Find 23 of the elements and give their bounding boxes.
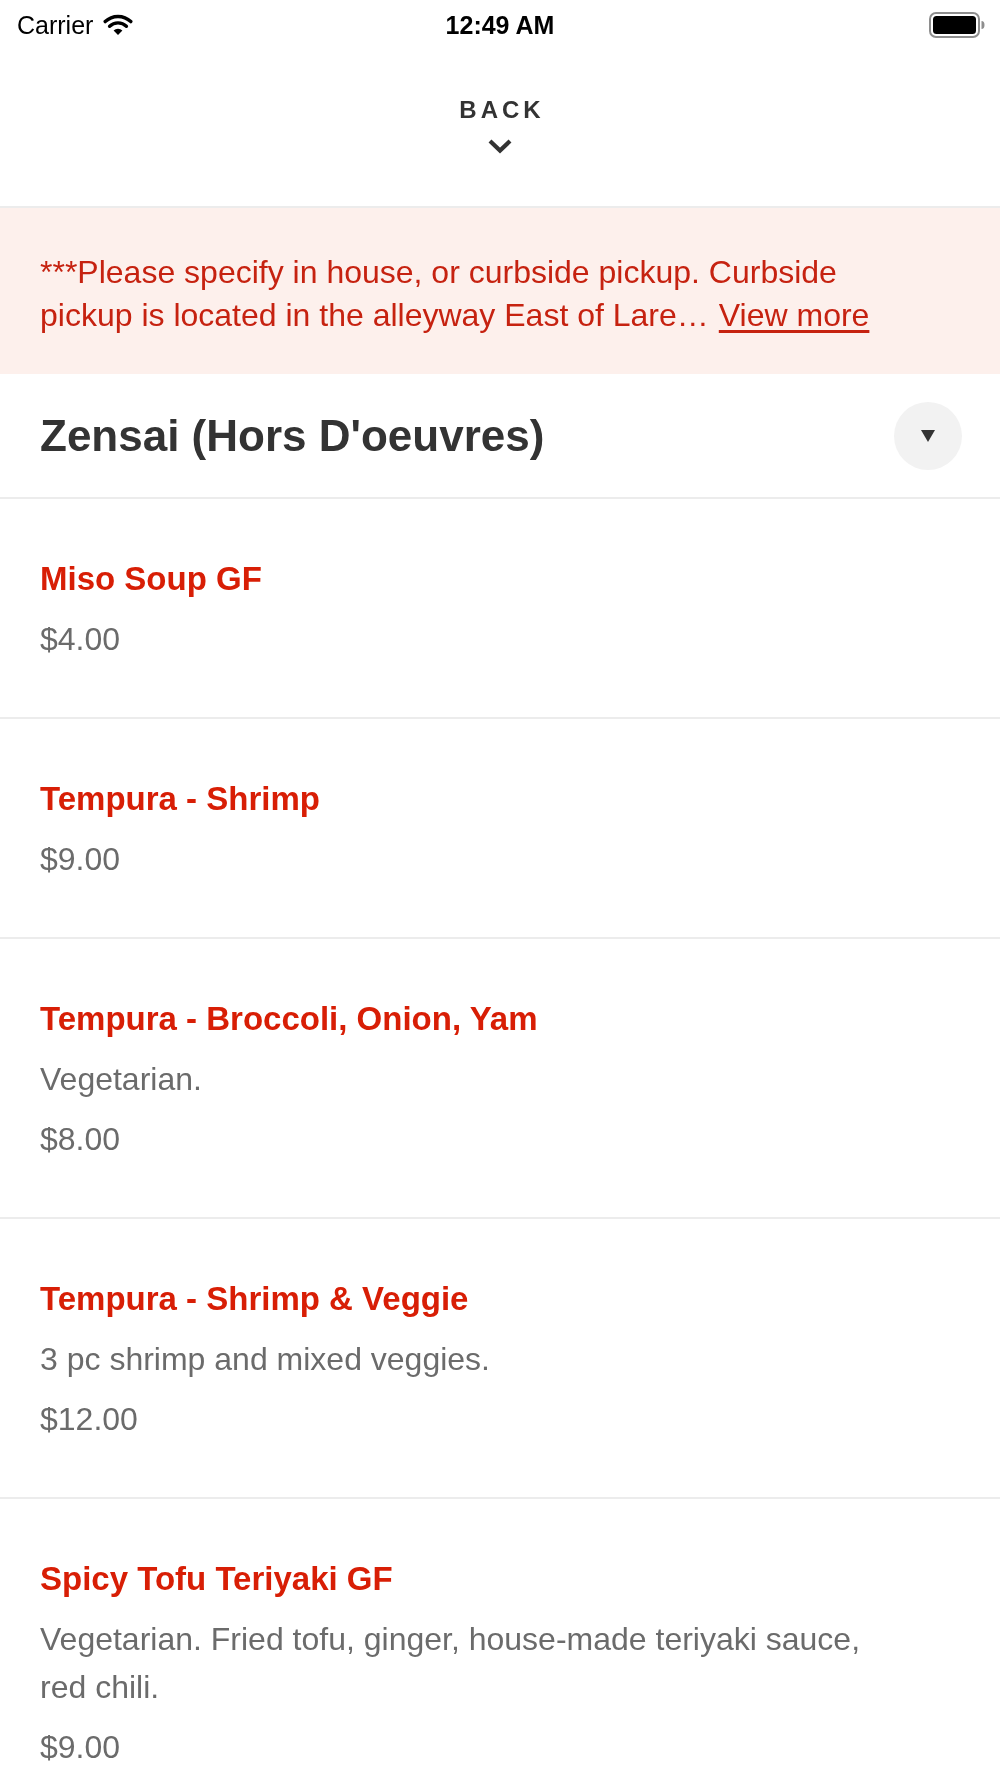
item-name[interactable]: Tempura - Shrimp & Veggie [40, 1279, 960, 1319]
wifi-icon [103, 14, 134, 36]
carrier-name: Carrier [17, 10, 94, 40]
clock-time: 12:49 AM [445, 10, 555, 40]
chevron-down-icon [487, 138, 513, 154]
item-price: $12.00 [40, 1400, 139, 1439]
item-price: $9.00 [40, 1728, 122, 1767]
item-price: $4.00 [40, 620, 122, 659]
back-button[interactable]: BACK [455, 96, 545, 154]
caret-icon [921, 429, 935, 442]
item-name[interactable]: Tempura - Shrimp [40, 779, 960, 819]
item-price: $9.00 [40, 840, 122, 879]
item-name[interactable]: Tempura - Broccoli, Onion, Yam [40, 999, 960, 1039]
item-price: $8.00 [40, 1120, 122, 1159]
item-name[interactable]: Spicy Tofu Teriyaki GF [40, 1559, 960, 1599]
item-description: Vegetarian. Fried tofu, ginger, house-made teriyaki sauce, red chili. [40, 1620, 862, 1707]
view-more-link[interactable]: View more [718, 297, 870, 333]
battery-icon [929, 12, 985, 38]
item-description: Vegetarian. [40, 1060, 203, 1099]
item-name[interactable]: Miso Soup GF [40, 559, 960, 599]
section-title: Zensai (Hors D'oeuvres) [40, 410, 545, 461]
notice-message: ***Please specify in house, or curbside pickup. Curbside pickup is located in the alleyway East of Lare… View more [40, 253, 871, 335]
item-description: 3 pc shrimp and mixed veggies. [40, 1340, 491, 1379]
